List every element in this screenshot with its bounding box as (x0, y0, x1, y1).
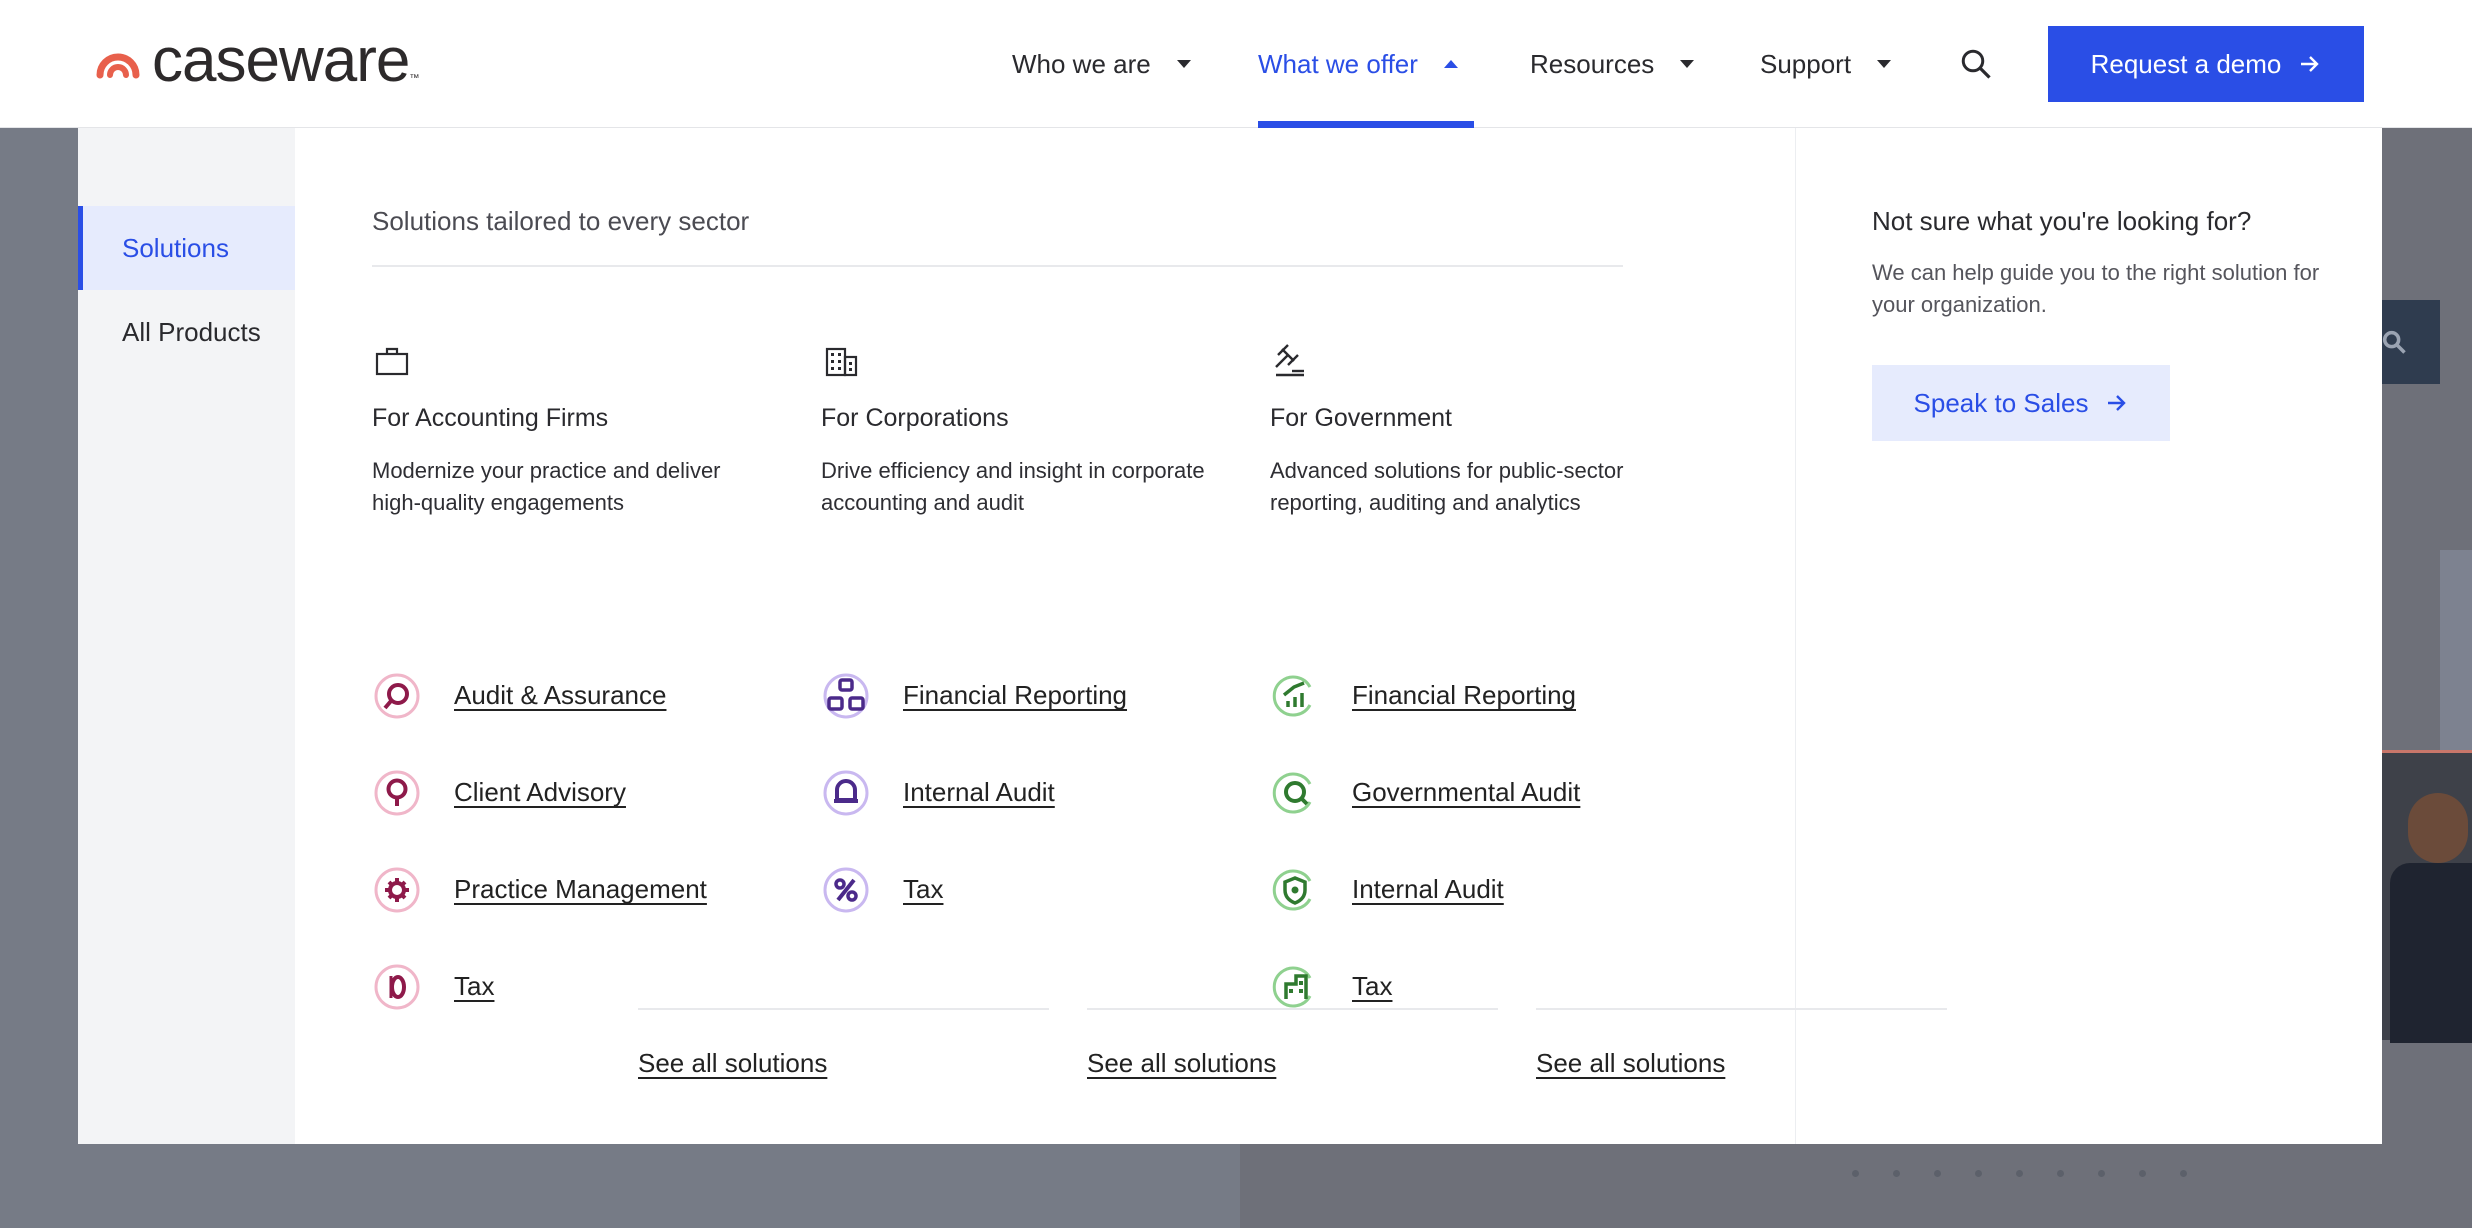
link-internal-audit[interactable]: Internal Audit (1270, 841, 1719, 938)
org-chart-icon (823, 673, 869, 718)
column-title: For Accounting Firms (372, 404, 609, 432)
link-label: Tax (903, 874, 944, 904)
menu-help-panel: Not sure what you're looking for? We can… (1796, 128, 2382, 1144)
lightbulb-icon (374, 770, 420, 815)
menu-heading: Solutions tailored to every sector (372, 206, 1623, 267)
link-client-advisory[interactable]: Client Advisory (372, 744, 821, 841)
column-title: For Government (1270, 404, 1453, 432)
search-icon[interactable] (1958, 46, 1994, 82)
background-panel (2440, 550, 2472, 750)
link-internal-audit[interactable]: Internal Audit (821, 744, 1270, 841)
nav-support[interactable]: Support (1760, 0, 1892, 128)
sidebar-item-label: Solutions (122, 232, 229, 263)
link-label: Audit & Assurance (454, 680, 667, 710)
help-title: Not sure what you're looking for? (1872, 206, 2252, 236)
divider (638, 1008, 1049, 1010)
link-practice-management[interactable]: Practice Management (372, 841, 821, 938)
see-all-solutions-link[interactable]: See all solutions (638, 1048, 827, 1078)
speak-to-sales-button[interactable]: Speak to Sales (1872, 365, 2170, 441)
active-nav-indicator (1258, 121, 1474, 128)
logo-wordmark: caseware (152, 26, 410, 95)
link-label: Internal Audit (1352, 874, 1504, 904)
link-financial-reporting[interactable]: Financial Reporting (821, 647, 1270, 744)
request-demo-label: Request a demo (2090, 48, 2282, 79)
column-description: Advanced solutions for public-sector rep… (1270, 458, 1624, 515)
caret-down-icon (1877, 60, 1892, 68)
link-financial-reporting[interactable]: Financial Reporting (1270, 647, 1719, 744)
link-audit-assurance[interactable]: Audit & Assurance (372, 647, 821, 744)
logo-trademark: ™ (409, 73, 420, 84)
zero-icon (374, 964, 420, 1009)
gavel-icon (1275, 344, 1304, 377)
column-description: Drive efficiency and insight in corporat… (821, 458, 1205, 515)
nav-label: Support (1760, 48, 1852, 79)
search-icon (2382, 330, 2406, 354)
column-corporations: For Corporations Drive efficiency and in… (821, 341, 1270, 1035)
percent-icon (823, 867, 869, 912)
magnifier-icon (374, 673, 420, 718)
magnifier-icon (1272, 772, 1312, 813)
caret-down-icon (1176, 60, 1191, 68)
column-accounting-firms: For Accounting Firms Modernize your prac… (372, 341, 821, 1035)
caret-up-icon (1443, 60, 1458, 68)
see-all-solutions-link[interactable]: See all solutions (1536, 1048, 1725, 1078)
see-all-solutions-link[interactable]: See all solutions (1087, 1048, 1276, 1078)
nav-who-we-are[interactable]: Who we are (1012, 0, 1191, 128)
nav-label: Who we are (1012, 48, 1151, 79)
nav-label: Resources (1530, 48, 1655, 79)
speak-to-sales-label: Speak to Sales (1913, 387, 2089, 418)
see-all-government: See all solutions (1536, 1008, 1947, 1079)
site-header: caseware ™ Who we are What we offer Reso… (0, 0, 2472, 128)
link-label: Financial Reporting (1352, 680, 1577, 710)
link-tax[interactable]: Tax (821, 841, 1270, 938)
mega-menu: Solutions All Products Solutions tailore… (78, 128, 2382, 1144)
help-description: We can help guide you to the right solut… (1872, 260, 2320, 317)
column-description: Modernize your practice and deliver high… (372, 458, 721, 515)
menu-sidebar: Solutions All Products (78, 128, 295, 1144)
building-icon (825, 347, 858, 377)
link-label: Practice Management (454, 874, 707, 904)
sidebar-item-solutions[interactable]: Solutions (78, 206, 295, 290)
column-title: For Corporations (821, 404, 1009, 432)
see-all-accounting: See all solutions (638, 1008, 1049, 1079)
nav-label: What we offer (1258, 48, 1418, 79)
caret-down-icon (1680, 60, 1695, 68)
bell-icon (823, 770, 869, 815)
menu-main-panel: Solutions tailored to every sector For A… (295, 128, 1947, 1144)
nav-what-we-offer[interactable]: What we offer (1258, 0, 1458, 128)
nav-resources[interactable]: Resources (1530, 0, 1695, 128)
cog-icon (374, 867, 420, 912)
request-demo-button[interactable]: Request a demo (2048, 26, 2364, 102)
arrow-right-icon (2301, 56, 2320, 72)
link-label: Governmental Audit (1352, 777, 1581, 807)
arrow-right-icon (2108, 395, 2127, 411)
link-label: Tax (1352, 971, 1393, 1001)
shield-icon (1272, 869, 1312, 910)
link-label: Client Advisory (454, 777, 626, 807)
column-government: For Government Advanced solutions for pu… (1270, 341, 1719, 1035)
link-governmental-audit[interactable]: Governmental Audit (1270, 744, 1719, 841)
growth-chart-icon (1272, 675, 1312, 716)
sidebar-item-label: All Products (122, 316, 261, 347)
sidebar-item-all-products[interactable]: All Products (78, 290, 295, 374)
briefcase-icon (375, 347, 409, 376)
link-label: Tax (454, 971, 495, 1001)
carousel-dots (1852, 1170, 2187, 1177)
divider (1536, 1008, 1947, 1010)
caseware-logo-mark-icon (96, 53, 140, 79)
background-photo (2380, 750, 2472, 1043)
link-label: Financial Reporting (903, 680, 1128, 710)
link-label: Internal Audit (903, 777, 1055, 807)
divider (1087, 1008, 1498, 1010)
see-all-corporations: See all solutions (1087, 1008, 1498, 1079)
building-icon (1272, 966, 1312, 1007)
caseware-logo[interactable]: caseware ™ (96, 30, 419, 92)
